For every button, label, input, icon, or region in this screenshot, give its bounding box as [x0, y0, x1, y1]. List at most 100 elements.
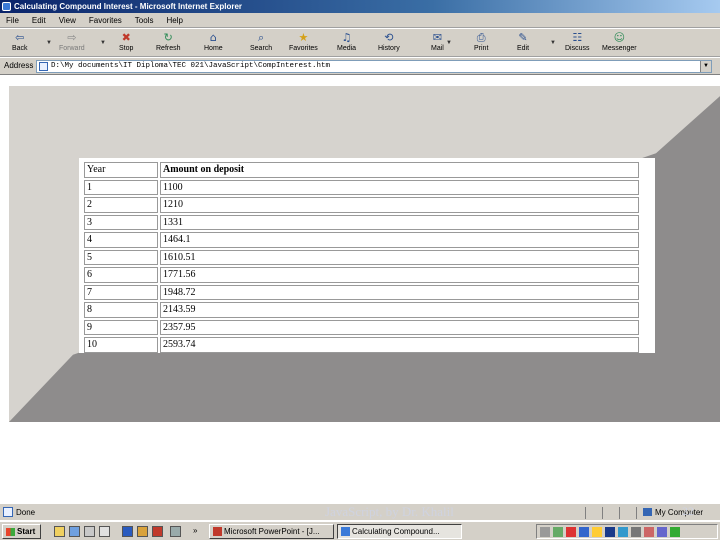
task-ie-compound[interactable]: Calculating Compound...: [337, 524, 462, 539]
address-input[interactable]: D:\My documents\IT Diploma\TEC 021\JavaS…: [36, 60, 712, 73]
table-row: 2 1210: [84, 197, 639, 213]
history-button[interactable]: ⟲ History: [378, 32, 400, 55]
status-text: Done: [16, 508, 36, 517]
quicklaunch-powerpoint-icon[interactable]: [152, 526, 163, 537]
quicklaunch-word-icon[interactable]: [122, 526, 133, 537]
stop-icon: ✖: [121, 31, 131, 44]
quicklaunch-ie-icon[interactable]: [69, 526, 80, 537]
messenger-button[interactable]: ☺ Messenger: [602, 32, 637, 55]
mail-button[interactable]: ✉ Mail: [431, 32, 444, 55]
refresh-button[interactable]: ↻ Refresh: [156, 32, 181, 55]
quicklaunch-folder-icon[interactable]: [54, 526, 65, 537]
print-button[interactable]: ⎙ Print: [474, 32, 488, 55]
back-button[interactable]: ⇦ Back: [12, 32, 28, 55]
tray-app-icon[interactable]: [618, 527, 628, 537]
tray-app-icon[interactable]: [644, 527, 654, 537]
home-icon: ⌂: [209, 31, 217, 44]
menu-view[interactable]: View: [59, 16, 76, 25]
edit-dropdown-icon[interactable]: ▼: [550, 40, 556, 46]
computer-icon: [643, 508, 652, 516]
menu-tools[interactable]: Tools: [135, 16, 154, 25]
tray-app-icon[interactable]: [592, 527, 602, 537]
window-titlebar: Calculating Compound Interest - Microsof…: [0, 0, 720, 13]
task-powerpoint[interactable]: Microsoft PowerPoint - [J...: [209, 524, 334, 539]
header-year: Year: [84, 162, 158, 178]
quicklaunch-misc-icon[interactable]: [170, 526, 181, 537]
cell-year: 9: [84, 319, 158, 335]
cell-amount: 2357.95: [160, 319, 639, 335]
stop-button[interactable]: ✖ Stop: [119, 32, 133, 55]
tray-app-icon[interactable]: [540, 527, 550, 537]
discuss-button[interactable]: ☷ Discuss: [565, 32, 590, 55]
quicklaunch-outlook-icon[interactable]: [137, 526, 148, 537]
menu-file[interactable]: File: [6, 16, 19, 25]
quicklaunch-more-icon[interactable]: »: [193, 526, 197, 535]
table-row: 1 1100: [84, 179, 639, 195]
status-divider: [602, 507, 603, 519]
menu-edit[interactable]: Edit: [32, 16, 46, 25]
cell-year: 2: [84, 197, 158, 213]
table-container: Year Amount on deposit 1 1100 2 1210 3 1331…: [79, 158, 655, 353]
status-bar: Done JavaScript, by Dr. Khalil My Comput…: [0, 503, 720, 520]
tray-app-icon[interactable]: [579, 527, 589, 537]
mail-icon: ✉: [432, 31, 443, 44]
security-zone: My Computer: [655, 508, 704, 517]
tray-app-icon[interactable]: [670, 527, 680, 537]
tray-volume-icon[interactable]: [631, 527, 641, 537]
edit-button[interactable]: ✎ Edit: [517, 32, 529, 55]
cell-year: 5: [84, 249, 158, 265]
cell-amount: 1948.72: [160, 284, 639, 300]
table-row: 8 2143.59: [84, 302, 639, 318]
address-dropdown-icon[interactable]: ▼: [700, 61, 711, 72]
page-icon: [39, 62, 48, 71]
cell-year: 6: [84, 267, 158, 283]
forward-dropdown-icon[interactable]: ▼: [100, 40, 106, 46]
cell-year: 3: [84, 214, 158, 230]
media-icon: ♫: [341, 31, 352, 44]
quicklaunch-app-icon[interactable]: [99, 526, 110, 537]
search-button[interactable]: ⌕ Search: [250, 32, 272, 55]
start-button[interactable]: Start: [2, 524, 41, 539]
cell-amount: 2143.59: [160, 302, 639, 318]
ie-icon: [341, 527, 350, 536]
favorites-button[interactable]: ★ Favorites: [289, 32, 318, 55]
table-header-row: Year Amount on deposit: [84, 162, 639, 178]
quicklaunch-desktop-icon[interactable]: [84, 526, 95, 537]
powerpoint-icon: [213, 527, 222, 536]
media-button[interactable]: ♫ Media: [337, 32, 356, 55]
table-row: 4 1464.1: [84, 232, 639, 248]
slide-footer-credit: JavaScript, by Dr. Khalil: [325, 504, 454, 519]
windows-taskbar: Start » Microsoft PowerPoint - [J... Cal…: [0, 521, 720, 540]
discuss-icon: ☷: [572, 31, 583, 44]
menu-help[interactable]: Help: [166, 16, 182, 25]
messenger-icon: ☺: [613, 31, 626, 44]
status-divider: [619, 507, 620, 519]
back-dropdown-icon[interactable]: ▼: [46, 40, 52, 46]
cell-year: 10: [84, 337, 158, 353]
forward-button[interactable]: ⇨ Forward: [59, 32, 85, 55]
status-divider: [585, 507, 586, 519]
window-title: Calculating Compound Interest - Microsof…: [14, 2, 243, 11]
tray-network-icon[interactable]: [553, 527, 563, 537]
header-amount: Amount on deposit: [160, 162, 639, 178]
table-row: 9 2357.95: [84, 319, 639, 335]
star-icon: ★: [298, 31, 309, 44]
tray-antivirus-icon[interactable]: [566, 527, 576, 537]
tray-app-icon[interactable]: [657, 527, 667, 537]
search-icon: ⌕: [258, 31, 265, 44]
printer-icon: ⎙: [476, 31, 486, 44]
cell-amount: 1464.1: [160, 232, 639, 248]
ie-icon: [2, 2, 11, 11]
table-row: 10 2593.74: [84, 337, 639, 353]
menu-favorites[interactable]: Favorites: [89, 16, 122, 25]
cell-year: 4: [84, 232, 158, 248]
status-divider: [636, 507, 637, 519]
forward-arrow-icon: ⇨: [67, 31, 77, 44]
mail-dropdown-icon[interactable]: ▼: [446, 40, 452, 46]
tray-language-icon[interactable]: [605, 527, 615, 537]
home-button[interactable]: ⌂ Home: [204, 32, 223, 55]
cell-amount: 1610.51: [160, 249, 639, 265]
cell-year: 8: [84, 302, 158, 318]
cell-year: 7: [84, 284, 158, 300]
start-label: Start: [17, 527, 36, 536]
